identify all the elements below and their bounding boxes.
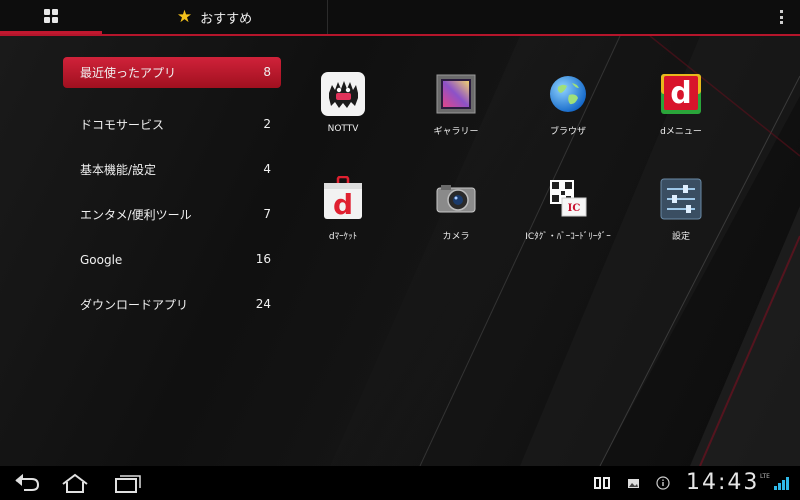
- app-dmenu[interactable]: d dメニュー: [631, 71, 731, 137]
- home-icon[interactable]: [60, 472, 90, 494]
- svg-text:IC: IC: [568, 203, 581, 214]
- camera-icon: [433, 176, 479, 222]
- category-entertainment-tools[interactable]: エンタメ/便利ツール 7: [63, 192, 281, 237]
- app-name: ギャラリー: [433, 127, 479, 137]
- gallery-icon: [433, 71, 479, 117]
- category-label: Google: [80, 252, 123, 267]
- info-icon[interactable]: [654, 472, 672, 494]
- image-notification-icon[interactable]: [626, 472, 642, 494]
- back-icon[interactable]: [12, 472, 42, 494]
- category-count: 8: [263, 65, 271, 79]
- app-name: 設定: [671, 232, 690, 242]
- category-list: 最近使ったアプリ 8 ドコモサービス 2 基本機能/設定 4 エンタメ/便利ツー…: [63, 57, 281, 327]
- app-dmarket[interactable]: d dﾏｰｹｯﾄ: [293, 175, 393, 242]
- app-nottv[interactable]: NOTTV: [293, 71, 393, 134]
- dmenu-icon: d: [658, 71, 704, 117]
- app-settings[interactable]: 設定: [631, 176, 731, 242]
- app-name: dﾏｰｹｯﾄ: [328, 232, 358, 242]
- settings-sliders-icon: [658, 176, 704, 222]
- app-name: ブラウザ: [549, 127, 586, 137]
- browser-globe-icon: [545, 71, 591, 117]
- tab-all-apps[interactable]: [0, 0, 102, 34]
- qr-reader-icon: IC: [545, 176, 591, 222]
- nottv-icon: [320, 71, 366, 117]
- category-count: 7: [263, 207, 271, 221]
- signal-icon: [774, 477, 789, 490]
- category-downloaded-apps[interactable]: ダウンロードアプリ 24: [63, 282, 281, 327]
- tab-recommended-label: おすすめ: [200, 11, 253, 27]
- star-icon: ★: [176, 6, 193, 27]
- tab-recommended[interactable]: ★ おすすめ: [102, 0, 328, 34]
- clock[interactable]: 14:43: [686, 470, 759, 495]
- app-ic-tag-barcode-reader[interactable]: IC ICﾀｸﾞ・ﾊﾞｰｺｰﾄﾞﾘｰﾀﾞｰ: [518, 176, 618, 242]
- category-label: 基本機能/設定: [80, 163, 157, 177]
- network-type: LTE: [760, 473, 770, 480]
- app-gallery[interactable]: ギャラリー: [406, 71, 506, 137]
- system-navigation-bar: 14:43 LTE: [0, 466, 800, 500]
- category-label: ダウンロードアプリ: [80, 298, 189, 312]
- category-google[interactable]: Google 16: [63, 237, 281, 282]
- app-name: カメラ: [442, 232, 470, 242]
- app-name: dメニュー: [660, 127, 702, 137]
- top-tab-bar: ★ おすすめ: [0, 0, 800, 36]
- app-name: ICﾀｸﾞ・ﾊﾞｰｺｰﾄﾞﾘｰﾀﾞｰ: [525, 232, 611, 242]
- category-count: 16: [255, 252, 271, 266]
- app-browser[interactable]: ブラウザ: [518, 71, 618, 137]
- app-drawer: 最近使ったアプリ 8 ドコモサービス 2 基本機能/設定 4 エンタメ/便利ツー…: [0, 36, 800, 466]
- recent-apps-icon[interactable]: [112, 472, 142, 494]
- svg-text:d: d: [333, 188, 353, 221]
- category-label: エンタメ/便利ツール: [80, 208, 192, 222]
- category-count: 24: [255, 297, 271, 311]
- category-basic-settings[interactable]: 基本機能/設定 4: [63, 147, 281, 192]
- category-count: 2: [263, 117, 271, 131]
- dmarket-bag-icon: d: [320, 175, 366, 222]
- book-icon[interactable]: [592, 472, 612, 494]
- app-name: NOTTV: [327, 124, 359, 134]
- category-label: ドコモサービス: [80, 118, 165, 132]
- overflow-menu-icon[interactable]: [780, 10, 784, 24]
- svg-text:d: d: [670, 76, 691, 111]
- category-count: 4: [263, 162, 271, 176]
- grid-icon: [44, 8, 58, 23]
- category-label: 最近使ったアプリ: [80, 66, 177, 80]
- app-camera[interactable]: カメラ: [406, 176, 506, 242]
- category-recent-apps[interactable]: 最近使ったアプリ 8: [63, 57, 281, 88]
- category-docomo-services[interactable]: ドコモサービス 2: [63, 102, 281, 147]
